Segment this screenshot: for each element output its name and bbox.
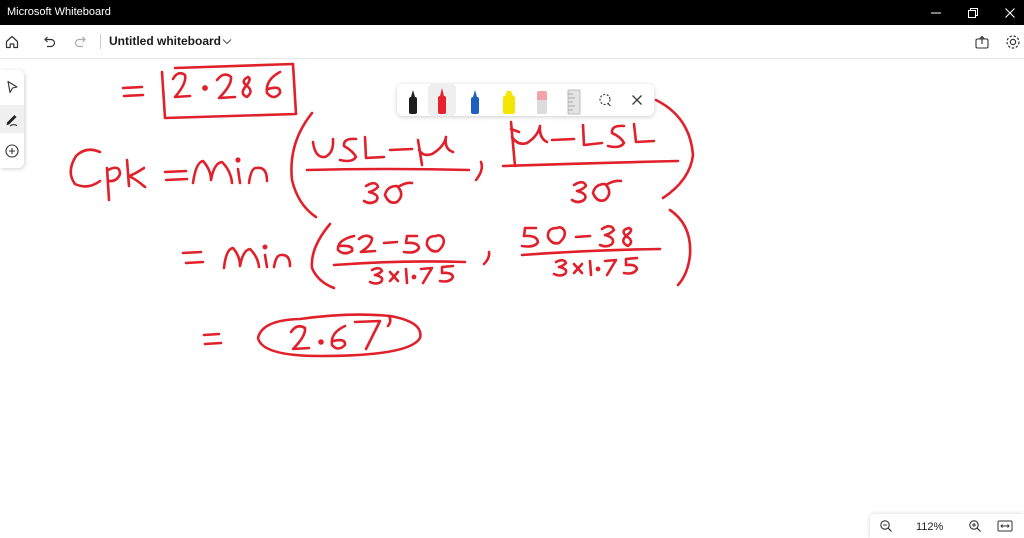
black-pen[interactable]: [399, 84, 427, 116]
black-pen-icon: [409, 90, 417, 114]
window-title: Microsoft Whiteboard: [7, 6, 111, 18]
zoom-bar: 112%: [870, 514, 1024, 538]
fit-to-screen-button[interactable]: [995, 517, 1015, 535]
title-menu-button[interactable]: [221, 33, 235, 49]
ink-result-1[interactable]: [121, 62, 298, 120]
close-window-button[interactable]: [992, 0, 1024, 25]
redo-button[interactable]: [69, 25, 93, 58]
share-button[interactable]: [970, 25, 994, 58]
close-icon: [1005, 7, 1015, 18]
ink-result-2[interactable]: [202, 313, 422, 358]
restore-button[interactable]: [955, 0, 991, 25]
zoom-out-button[interactable]: [876, 517, 896, 535]
redo-icon: [74, 36, 86, 47]
yellow-highlighter[interactable]: [495, 84, 523, 116]
chevron-down-icon: [222, 39, 232, 45]
fit-screen-icon: [997, 520, 1013, 532]
toolbar-separator: [100, 34, 101, 49]
close-icon: [632, 95, 642, 105]
highlighter-icon: [503, 91, 515, 114]
minimize-button[interactable]: [918, 0, 954, 25]
share-icon: [975, 35, 989, 49]
eraser-icon: [537, 91, 547, 114]
undo-button[interactable]: [37, 25, 61, 58]
red-pen[interactable]: [428, 84, 456, 116]
ink-substitution[interactable]: [181, 208, 692, 290]
settings-button[interactable]: [1001, 25, 1024, 58]
blue-pen[interactable]: [461, 84, 489, 116]
ruler[interactable]: [560, 84, 588, 116]
title-bar: Microsoft Whiteboard: [0, 0, 1024, 25]
document-title[interactable]: Untitled whiteboard: [109, 34, 221, 48]
lasso-icon: [599, 93, 611, 107]
red-pen-icon: [438, 88, 446, 114]
close-tray-button[interactable]: [625, 84, 649, 116]
home-button[interactable]: [0, 25, 24, 58]
minimize-icon: [931, 12, 941, 13]
pen-tray: [397, 84, 654, 116]
zoom-level[interactable]: 112%: [916, 521, 943, 533]
eraser[interactable]: [528, 84, 556, 116]
home-icon: [5, 35, 19, 48]
zoom-in-button[interactable]: [965, 517, 985, 535]
undo-icon: [44, 36, 56, 47]
gear-icon: [1006, 34, 1020, 49]
zoom-out-icon: [880, 520, 892, 532]
lasso-select-button[interactable]: [593, 84, 617, 116]
zoom-in-icon: [969, 520, 981, 532]
restore-icon: [968, 7, 978, 18]
blue-pen-icon: [471, 90, 479, 114]
whiteboard-canvas[interactable]: [0, 58, 1024, 520]
ruler-icon: [567, 89, 581, 115]
app-toolbar: Untitled whiteboard: [0, 25, 1024, 59]
